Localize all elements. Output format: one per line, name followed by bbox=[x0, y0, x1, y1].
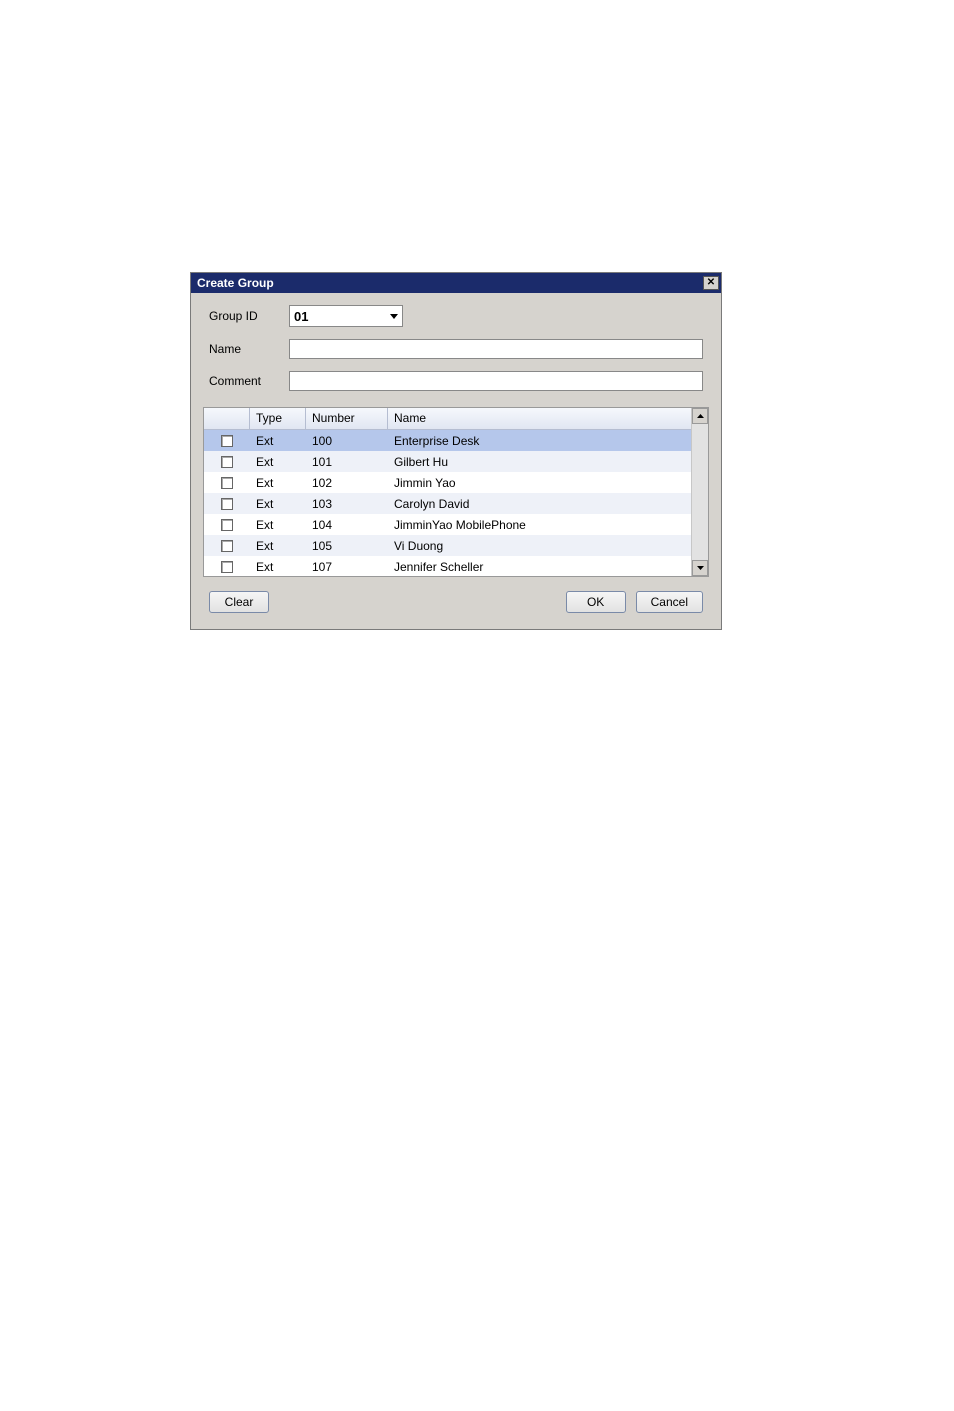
row-checkbox[interactable] bbox=[221, 498, 233, 510]
dialog-title: Create Group bbox=[197, 273, 274, 293]
row-check-cell bbox=[204, 435, 250, 447]
row-name: Jimmin Yao bbox=[388, 476, 691, 490]
extension-table: Type Number Name Ext100Enterprise DeskEx… bbox=[203, 407, 709, 577]
clear-button[interactable]: Clear bbox=[209, 591, 269, 613]
group-id-value: 01 bbox=[290, 309, 386, 324]
table-row[interactable]: Ext103Carolyn David bbox=[204, 493, 691, 514]
button-row: Clear OK Cancel bbox=[191, 577, 721, 629]
row-check-cell bbox=[204, 519, 250, 531]
group-id-label: Group ID bbox=[209, 309, 289, 323]
titlebar: Create Group ✕ bbox=[191, 273, 721, 293]
name-row: Name bbox=[209, 339, 703, 359]
table-row[interactable]: Ext105Vi Duong bbox=[204, 535, 691, 556]
row-type: Ext bbox=[250, 434, 306, 448]
close-icon: ✕ bbox=[707, 277, 715, 288]
scroll-down-button[interactable] bbox=[692, 560, 708, 576]
table-main: Type Number Name Ext100Enterprise DeskEx… bbox=[204, 408, 691, 576]
row-check-cell bbox=[204, 456, 250, 468]
row-type: Ext bbox=[250, 539, 306, 553]
table-row[interactable]: Ext107Jennifer Scheller bbox=[204, 556, 691, 576]
scroll-up-button[interactable] bbox=[692, 408, 708, 424]
row-number: 104 bbox=[306, 518, 388, 532]
table-row[interactable]: Ext101Gilbert Hu bbox=[204, 451, 691, 472]
row-checkbox[interactable] bbox=[221, 561, 233, 573]
row-number: 102 bbox=[306, 476, 388, 490]
cancel-button[interactable]: Cancel bbox=[636, 591, 703, 613]
row-number: 107 bbox=[306, 560, 388, 574]
row-name: JimminYao MobilePhone bbox=[388, 518, 691, 532]
row-check-cell bbox=[204, 498, 250, 510]
table-header: Type Number Name bbox=[204, 408, 691, 430]
table-row[interactable]: Ext104JimminYao MobilePhone bbox=[204, 514, 691, 535]
header-check bbox=[204, 408, 250, 429]
header-type[interactable]: Type bbox=[250, 408, 306, 429]
row-check-cell bbox=[204, 540, 250, 552]
row-number: 100 bbox=[306, 434, 388, 448]
ok-button[interactable]: OK bbox=[566, 591, 626, 613]
row-number: 105 bbox=[306, 539, 388, 553]
row-checkbox[interactable] bbox=[221, 456, 233, 468]
row-checkbox[interactable] bbox=[221, 435, 233, 447]
table-row[interactable]: Ext102Jimmin Yao bbox=[204, 472, 691, 493]
row-name: Carolyn David bbox=[388, 497, 691, 511]
close-button[interactable]: ✕ bbox=[703, 276, 719, 290]
row-check-cell bbox=[204, 477, 250, 489]
row-name: Enterprise Desk bbox=[388, 434, 691, 448]
row-checkbox[interactable] bbox=[221, 477, 233, 489]
comment-label: Comment bbox=[209, 374, 289, 388]
header-name[interactable]: Name bbox=[388, 408, 691, 429]
table-body: Ext100Enterprise DeskExt101Gilbert HuExt… bbox=[204, 430, 691, 576]
row-number: 101 bbox=[306, 455, 388, 469]
row-type: Ext bbox=[250, 518, 306, 532]
name-input[interactable] bbox=[289, 339, 703, 359]
row-type: Ext bbox=[250, 497, 306, 511]
row-type: Ext bbox=[250, 455, 306, 469]
group-id-dropdown[interactable]: 01 bbox=[289, 305, 403, 327]
comment-row: Comment bbox=[209, 371, 703, 391]
chevron-down-icon[interactable] bbox=[386, 306, 402, 326]
name-label: Name bbox=[209, 342, 289, 356]
row-name: Gilbert Hu bbox=[388, 455, 691, 469]
create-group-dialog: Create Group ✕ Group ID 01 Name Comment bbox=[190, 272, 722, 630]
row-type: Ext bbox=[250, 560, 306, 574]
row-type: Ext bbox=[250, 476, 306, 490]
table-row[interactable]: Ext100Enterprise Desk bbox=[204, 430, 691, 451]
row-name: Jennifer Scheller bbox=[388, 560, 691, 574]
row-number: 103 bbox=[306, 497, 388, 511]
comment-input[interactable] bbox=[289, 371, 703, 391]
form-area: Group ID 01 Name Comment bbox=[191, 293, 721, 407]
header-number[interactable]: Number bbox=[306, 408, 388, 429]
vertical-scrollbar[interactable] bbox=[691, 408, 708, 576]
row-checkbox[interactable] bbox=[221, 519, 233, 531]
scroll-track[interactable] bbox=[692, 424, 708, 560]
row-name: Vi Duong bbox=[388, 539, 691, 553]
row-checkbox[interactable] bbox=[221, 540, 233, 552]
group-id-row: Group ID 01 bbox=[209, 305, 703, 327]
row-check-cell bbox=[204, 561, 250, 573]
